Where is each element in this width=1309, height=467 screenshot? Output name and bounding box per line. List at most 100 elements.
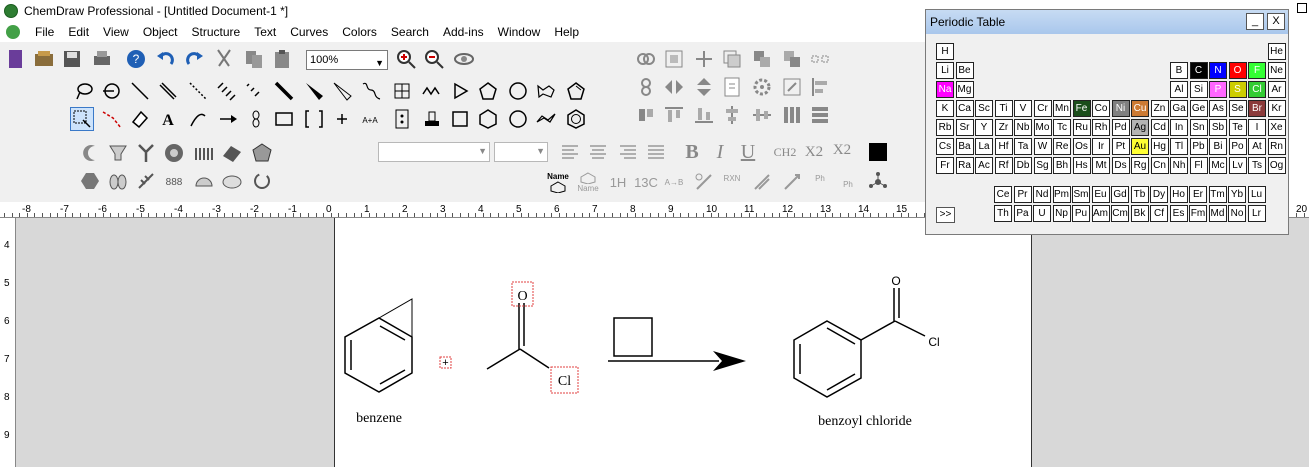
element-w[interactable]: W [1033, 138, 1052, 155]
text-tool-icon[interactable]: A [156, 107, 180, 131]
element-sb[interactable]: Sb [1209, 119, 1227, 136]
element-u[interactable]: U [1033, 205, 1051, 222]
element-ca[interactable]: Ca [955, 100, 974, 117]
menu-help[interactable]: Help [547, 25, 586, 39]
element-lv[interactable]: Lv [1228, 157, 1247, 174]
element-xe[interactable]: Xe [1267, 119, 1286, 136]
menu-add-ins[interactable]: Add-ins [436, 25, 491, 39]
chair-icon[interactable] [534, 107, 558, 131]
chemdraw-app-icon[interactable] [4, 4, 18, 18]
marquee-select-icon[interactable] [70, 107, 94, 131]
cycloheptane-icon[interactable] [506, 107, 530, 131]
double-bond-icon[interactable] [156, 79, 180, 103]
phenyl-icon[interactable]: Ph [808, 166, 832, 190]
menu-edit[interactable]: Edit [61, 25, 96, 39]
cyclobutane-icon[interactable] [448, 107, 472, 131]
element-cs[interactable]: Cs [936, 138, 954, 155]
element-po[interactable]: Po [1228, 138, 1247, 155]
element-mn[interactable]: Mn [1053, 100, 1071, 117]
flip-horizontal-icon[interactable] [662, 75, 686, 99]
element-og[interactable]: Og [1267, 157, 1286, 174]
restore-icon[interactable] [1297, 3, 1307, 13]
element-y[interactable]: Y [975, 119, 993, 136]
undo-icon[interactable] [154, 47, 178, 71]
element-in[interactable]: In [1170, 119, 1188, 136]
triangle-play-icon[interactable] [448, 79, 472, 103]
open-icon[interactable] [32, 47, 56, 71]
cyclooctane-icon[interactable] [534, 79, 558, 103]
single-bond-icon[interactable] [128, 79, 152, 103]
membrane-icon[interactable] [192, 141, 216, 165]
element-sc[interactable]: Sc [975, 100, 993, 117]
element-he[interactable]: He [1267, 43, 1286, 60]
element-hf[interactable]: Hf [994, 138, 1013, 155]
rectangle-tool-icon[interactable] [272, 107, 296, 131]
element-pb[interactable]: Pb [1189, 138, 1208, 155]
paste-icon[interactable] [270, 47, 294, 71]
font-select[interactable]: ▼ [378, 142, 490, 162]
save-icon[interactable] [60, 47, 84, 71]
antibody-icon[interactable] [134, 141, 158, 165]
plant-icon[interactable] [134, 169, 158, 193]
element-si[interactable]: Si [1189, 81, 1208, 98]
element-ba[interactable]: Ba [955, 138, 974, 155]
element-f[interactable]: F [1248, 62, 1266, 79]
print-icon[interactable] [90, 47, 114, 71]
bring-front-icon[interactable] [750, 47, 774, 71]
element-pr[interactable]: Pr [1013, 186, 1032, 203]
element-s[interactable]: S [1228, 81, 1247, 98]
element-zr[interactable]: Zr [994, 119, 1013, 136]
element-os[interactable]: Os [1072, 138, 1091, 155]
zoom-select[interactable]: 100% ▼ [306, 50, 388, 70]
send-back-icon[interactable] [780, 47, 804, 71]
element-p[interactable]: P [1209, 81, 1227, 98]
element-rf[interactable]: Rf [994, 157, 1013, 174]
element-sg[interactable]: Sg [1033, 157, 1052, 174]
element-lr[interactable]: Lr [1247, 205, 1266, 222]
hashed-bond-icon[interactable] [214, 79, 238, 103]
element-mc[interactable]: Mc [1209, 157, 1227, 174]
pentagon-icon[interactable] [476, 79, 500, 103]
element-tm[interactable]: Tm [1208, 186, 1227, 203]
cyclohexane-icon[interactable] [476, 107, 500, 131]
element-no[interactable]: No [1228, 205, 1246, 222]
drawing-canvas[interactable]: benzene + O Cl O Cl benzoyl chloride [334, 218, 1032, 467]
menu-structure[interactable]: Structure [185, 25, 248, 39]
element-nh[interactable]: Nh [1170, 157, 1188, 174]
h-nmr-icon[interactable]: 1H [606, 170, 630, 194]
element-cd[interactable]: Cd [1150, 119, 1169, 136]
element-fm[interactable]: Fm [1189, 205, 1207, 222]
element-sr[interactable]: Sr [955, 119, 974, 136]
center-vertical-icon[interactable] [720, 103, 744, 127]
menu-object[interactable]: Object [136, 25, 185, 39]
dashed-bond-icon[interactable] [186, 79, 210, 103]
element-rg[interactable]: Rg [1131, 157, 1149, 174]
element-te[interactable]: Te [1228, 119, 1247, 136]
arrow-target-icon[interactable] [100, 79, 124, 103]
menu-colors[interactable]: Colors [335, 25, 384, 39]
heptagon-icon[interactable] [506, 79, 530, 103]
zoom-out-icon[interactable] [422, 47, 446, 71]
element-co[interactable]: Co [1092, 100, 1110, 117]
cut-icon[interactable] [212, 47, 236, 71]
glassware-icon[interactable] [106, 141, 130, 165]
align-top-icon[interactable] [634, 103, 658, 127]
font-size-select[interactable]: ▼ [494, 142, 548, 162]
element-o[interactable]: O [1228, 62, 1247, 79]
element-er[interactable]: Er [1189, 186, 1207, 203]
structure-to-name-icon[interactable]: Name [576, 170, 600, 194]
element-ra[interactable]: Ra [955, 157, 974, 174]
align-top-edge-icon[interactable] [662, 103, 686, 127]
element-fr[interactable]: Fr [936, 157, 954, 174]
rxn-icon[interactable]: RXN [720, 166, 744, 190]
element-cm[interactable]: Cm [1111, 205, 1129, 222]
bold-bond-icon[interactable] [272, 79, 296, 103]
element-ts[interactable]: Ts [1248, 157, 1266, 174]
element-ho[interactable]: Ho [1169, 186, 1188, 203]
reaction-icon[interactable] [692, 170, 716, 194]
element-i[interactable]: I [1248, 119, 1266, 136]
element-cn[interactable]: Cn [1150, 157, 1169, 174]
element-ta[interactable]: Ta [1014, 138, 1032, 155]
menu-file[interactable]: File [28, 25, 61, 39]
copy-icon[interactable] [242, 47, 266, 71]
